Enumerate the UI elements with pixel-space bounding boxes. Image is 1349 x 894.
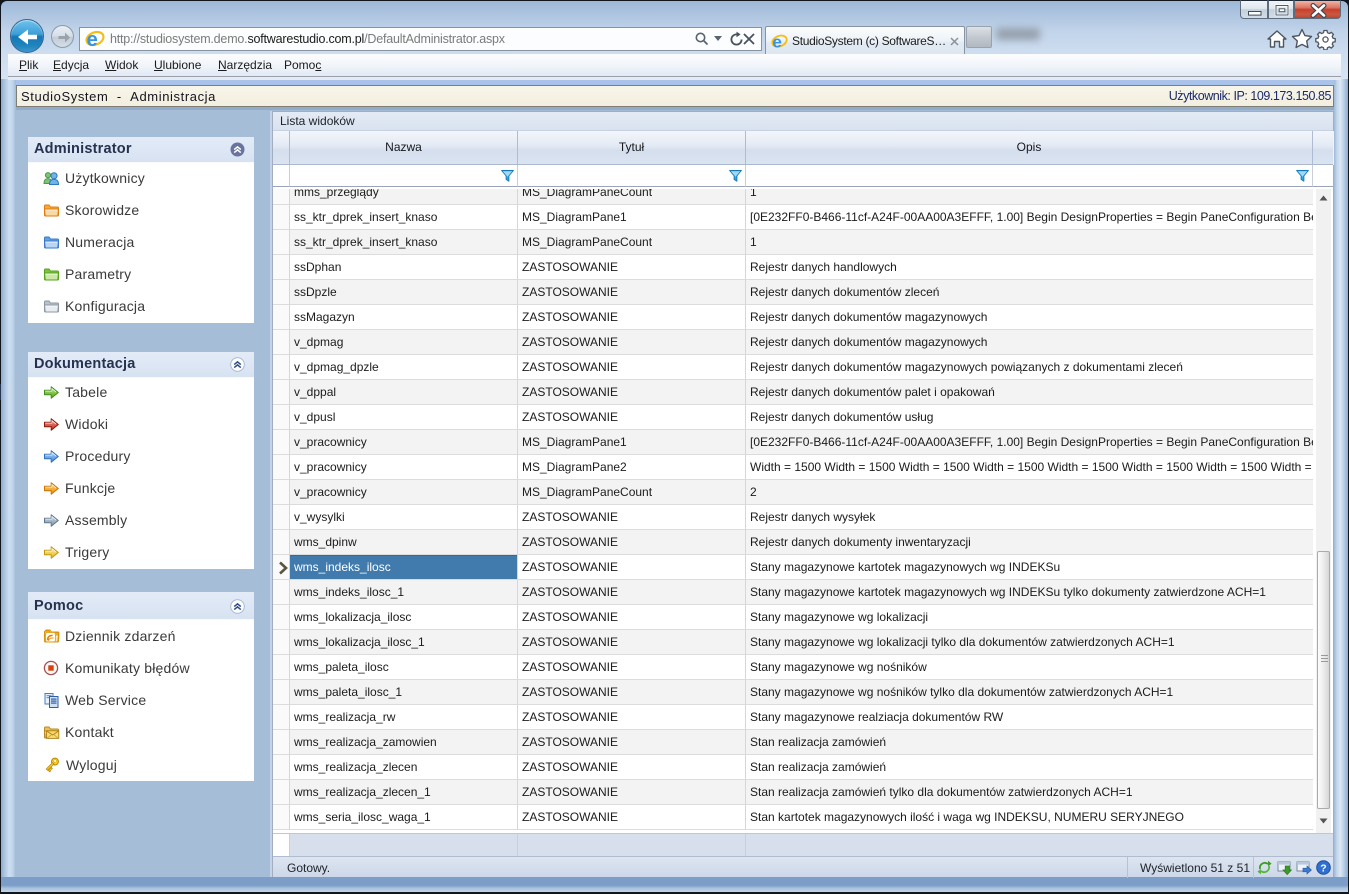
svg-text:e: e [87,29,98,49]
svg-text:e: e [772,33,781,50]
svg-text:?: ? [1320,862,1326,874]
